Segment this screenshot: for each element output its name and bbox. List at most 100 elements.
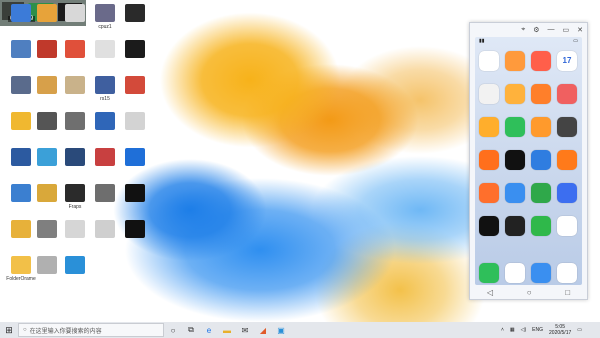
search-placeholder: 在这里输入你要搜索的内容	[29, 328, 102, 335]
file-explorer-icon[interactable]: ▬	[218, 322, 236, 338]
phone-app-icon[interactable]	[505, 51, 525, 71]
desktop-wallpaper: 00:00:39 cpuz1rs15FrapsFolderOrame ⌖ ⚙ —…	[0, 0, 600, 322]
phone-app-icon[interactable]	[505, 183, 525, 203]
home-icon[interactable]: ○	[527, 288, 532, 297]
taskbar: ⊞ ○ 在这里输入你要搜索的内容 ○ ⧉ e ▬ ✉ ◢ ▣ ˄ ▦ ◁) EN…	[0, 322, 600, 338]
search-box[interactable]: ○ 在这里输入你要搜索的内容	[18, 323, 164, 337]
phone-status-bar: ▮▮ ▭	[475, 37, 582, 45]
desktop-icon-image	[37, 112, 57, 130]
phone-app-icon[interactable]	[531, 51, 551, 71]
edge-icon[interactable]: e	[200, 322, 218, 338]
desktop-icon-image	[11, 76, 31, 94]
phone-screen[interactable]: ▮▮ ▭ 17	[475, 37, 582, 285]
phone-app-icon[interactable]	[479, 216, 499, 236]
phone-app-icon[interactable]	[557, 183, 577, 203]
phone-app-icon[interactable]	[479, 84, 499, 104]
desktop-icon-image	[125, 184, 145, 202]
task-view-icon[interactable]: ⧉	[182, 322, 200, 338]
desktop-icon-image	[65, 76, 85, 94]
desktop-icon[interactable]	[58, 256, 92, 298]
settings-icon[interactable]: ⚙	[533, 26, 539, 34]
desktop-icon-image	[65, 40, 85, 58]
notification-icon[interactable]: ▭	[577, 327, 582, 333]
phone-app-icon[interactable]	[531, 183, 551, 203]
desktop-icon-image	[95, 112, 115, 130]
phone-app-icon[interactable]	[479, 150, 499, 170]
desktop-icon-image	[95, 76, 115, 94]
desktop-icon-image	[95, 148, 115, 166]
phone-dock-icon[interactable]	[557, 263, 577, 283]
app-taskbar-icon[interactable]: ◢	[254, 322, 272, 338]
recents-icon[interactable]: □	[565, 288, 570, 297]
phone-app-icon[interactable]: 17	[557, 51, 577, 71]
phone-app-icon[interactable]	[505, 150, 525, 170]
minimize-icon[interactable]: —	[548, 26, 555, 33]
phone-dock-icon[interactable]	[479, 263, 499, 283]
phone-app-icon[interactable]	[479, 183, 499, 203]
network-icon[interactable]: ▦	[510, 327, 515, 333]
desktop-icon-label: rs15	[100, 96, 110, 102]
desktop-icon-label: Fraps	[68, 204, 82, 210]
desktop-icon-image	[11, 184, 31, 202]
pin-icon[interactable]: ⌖	[521, 26, 525, 34]
phone-nav-bar: ◁ ○ □	[470, 285, 587, 299]
volume-icon[interactable]: ◁)	[521, 327, 527, 333]
desktop-icon-image	[11, 148, 31, 166]
phone-dock	[479, 263, 579, 283]
phone-dock-icon[interactable]	[531, 263, 551, 283]
mail-icon[interactable]: ✉	[236, 322, 254, 338]
desktop-icon[interactable]	[88, 220, 122, 262]
language-indicator[interactable]: ENG	[532, 327, 543, 333]
tray-chevron-icon[interactable]: ˄	[501, 327, 504, 333]
desktop-icon-image	[125, 76, 145, 94]
desktop-icon-image	[95, 40, 115, 58]
desktop-icon-image	[37, 76, 57, 94]
phone-app-taskbar-icon[interactable]: ▣	[272, 322, 290, 338]
desktop-icon[interactable]	[118, 220, 152, 262]
search-icon: ○	[23, 327, 27, 333]
phone-app-badge-text: 17	[562, 56, 572, 65]
desktop-icon-image	[65, 4, 85, 22]
phone-app-icon[interactable]	[505, 117, 525, 137]
phone-mirror-window[interactable]: ⌖ ⚙ — ▭ ✕ ▮▮ ▭ 17 ◁ ○ □	[469, 22, 588, 300]
desktop-icon-image	[37, 4, 57, 22]
desktop-icon-image	[11, 256, 31, 274]
phone-app-icon[interactable]	[531, 117, 551, 137]
start-button[interactable]: ⊞	[0, 322, 18, 338]
desktop-icon-image	[125, 220, 145, 238]
phone-app-icon[interactable]	[557, 117, 577, 137]
desktop-icon-image	[95, 184, 115, 202]
system-tray: ˄ ▦ ◁) ENG 5:05 2020/5/17 ▭	[501, 322, 582, 338]
phone-app-icon[interactable]	[557, 84, 577, 104]
back-icon[interactable]: ◁	[487, 288, 493, 297]
desktop-icon-label: cpuz1	[98, 24, 112, 30]
desktop-icon-image	[37, 220, 57, 238]
desktop-icon-image	[125, 112, 145, 130]
desktop-icon-image	[95, 4, 115, 22]
phone-app-icon[interactable]	[531, 84, 551, 104]
phone-dock-icon[interactable]	[505, 263, 525, 283]
phone-app-icon[interactable]	[479, 117, 499, 137]
close-icon[interactable]: ✕	[577, 26, 583, 34]
phone-window-titlebar[interactable]: ⌖ ⚙ — ▭ ✕	[470, 23, 587, 36]
desktop-icon-image	[95, 220, 115, 238]
desktop-icon-image	[125, 40, 145, 58]
desktop-icon-image	[65, 148, 85, 166]
clock-date: 2020/5/17	[549, 330, 572, 336]
desktop-icon-image	[125, 148, 145, 166]
phone-app-icon[interactable]	[557, 150, 577, 170]
phone-app-icon[interactable]	[531, 216, 551, 236]
phone-app-icon[interactable]	[531, 150, 551, 170]
desktop-icon-image	[37, 256, 57, 274]
maximize-icon[interactable]: ▭	[563, 26, 570, 34]
phone-app-icon[interactable]	[479, 51, 499, 71]
phone-app-icon[interactable]	[505, 84, 525, 104]
phone-app-icon[interactable]	[557, 216, 577, 236]
desktop-icon-image	[37, 40, 57, 58]
phone-app-icon[interactable]	[505, 216, 525, 236]
signal-icon: ▮▮	[479, 38, 485, 44]
desktop-icon-image	[11, 4, 31, 22]
battery-icon: ▭	[573, 38, 578, 44]
cortana-icon[interactable]: ○	[164, 322, 182, 338]
clock[interactable]: 5:05 2020/5/17	[549, 324, 571, 336]
